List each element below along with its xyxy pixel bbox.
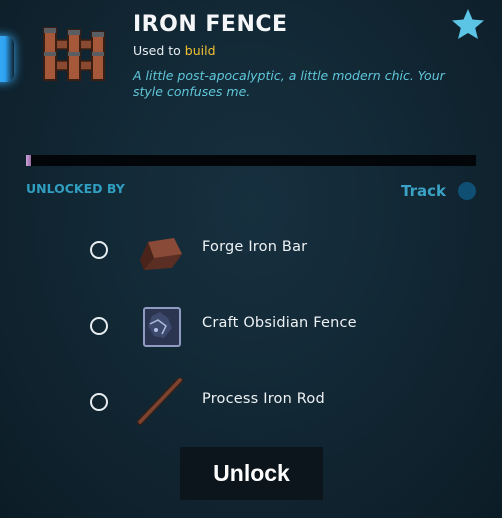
track-label[interactable]: Track <box>401 182 446 200</box>
item-description: A little post-apocalyptic, a little mode… <box>133 68 445 99</box>
iron-fence-icon <box>43 27 105 81</box>
requirement-checkbox[interactable] <box>90 393 108 411</box>
item-title: IRON FENCE <box>133 12 288 37</box>
used-to-line: Used to build <box>133 43 216 58</box>
requirement-row[interactable]: Process Iron Rod <box>90 378 470 430</box>
requirement-label: Process Iron Rod <box>202 391 325 407</box>
unlock-progress-bar <box>26 155 476 166</box>
unlock-progress-fill <box>26 155 31 166</box>
star-icon[interactable] <box>451 8 485 40</box>
recipe-panel: IRON FENCE Used to build A little post-a… <box>0 0 502 518</box>
used-to-prefix: Used to <box>133 43 181 58</box>
requirement-row[interactable]: Forge Iron Bar <box>90 226 470 278</box>
requirement-checkbox[interactable] <box>90 241 108 259</box>
requirement-label: Craft Obsidian Fence <box>202 315 357 331</box>
iron-bar-icon <box>140 238 182 270</box>
unlock-button[interactable]: Unlock <box>180 447 323 500</box>
panel-edge-tab[interactable] <box>0 36 14 82</box>
used-to-action: build <box>184 43 216 58</box>
track-toggle[interactable] <box>458 182 476 200</box>
obsidian-fence-icon <box>143 307 181 347</box>
requirement-label: Forge Iron Bar <box>202 239 308 255</box>
requirement-row[interactable]: Craft Obsidian Fence <box>90 302 470 354</box>
unlocked-by-heading: UNLOCKED BY <box>26 181 125 196</box>
requirement-checkbox[interactable] <box>90 317 108 335</box>
iron-rod-icon <box>137 378 183 425</box>
